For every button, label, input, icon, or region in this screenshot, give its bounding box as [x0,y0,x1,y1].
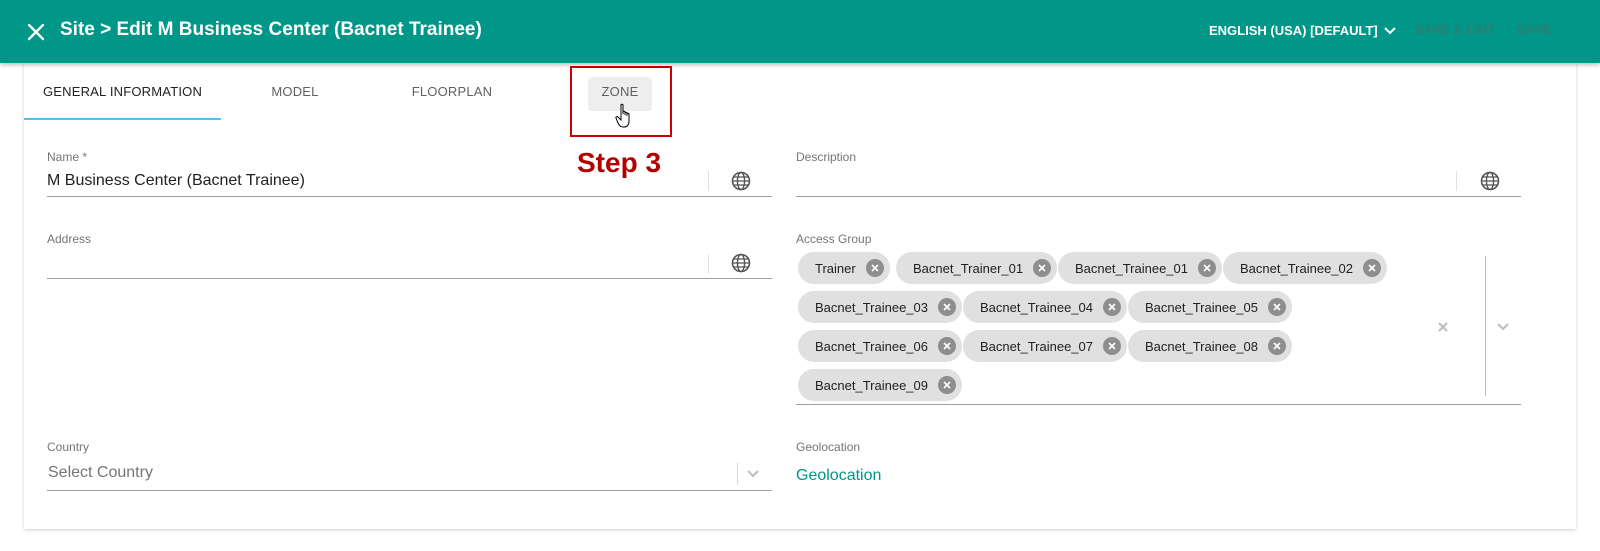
chip: Bacnet_Trainee_03 [798,291,962,323]
chip-label: Bacnet_Trainee_06 [815,338,928,354]
chip: Bacnet_Trainee_09 [798,369,962,401]
access-group-underline [796,404,1521,405]
country-underline [47,490,772,491]
chip-label: Bacnet_Trainer_01 [913,260,1024,276]
chip: Bacnet_Trainee_02 [1223,252,1387,284]
chip-label: Bacnet_Trainee_05 [1145,299,1258,315]
edit-site-card: GENERAL INFORMATION MODEL FLOORPLAN ZONE… [24,63,1576,529]
address-underline [47,278,772,279]
divider [708,254,709,274]
step-annotation: Step 3 [577,147,662,178]
chevron-down-icon[interactable] [1496,321,1510,333]
clear-icon[interactable] [1437,321,1449,333]
divider [1485,256,1486,396]
chip-remove-icon[interactable] [1268,337,1286,355]
address-label: Address [47,232,92,246]
description-underline [796,196,1521,197]
chip-remove-icon[interactable] [938,376,956,394]
chip-label: Bacnet_Trainee_02 [1240,260,1353,276]
save-exit-button[interactable]: SAVE & EXIT [1415,22,1495,37]
chip-remove-icon[interactable] [1363,259,1381,277]
chip-remove-icon[interactable] [1198,259,1216,277]
chip-label: Bacnet_Trainee_09 [815,377,928,393]
chip-label: Trainer [815,260,856,276]
active-tab-indicator [24,118,221,120]
name-label: Name * [47,150,88,164]
chip-label: Bacnet_Trainee_08 [1145,338,1258,354]
tab-model[interactable]: MODEL [234,63,356,120]
chip: Bacnet_Trainee_06 [798,330,962,362]
chip-label: Bacnet_Trainee_07 [980,338,1093,354]
name-field[interactable]: M Business Center (Bacnet Trainee) [47,172,305,190]
page-title: Site > Edit M Business Center (Bacnet Tr… [60,19,482,40]
geolocation-link[interactable]: Geolocation [796,467,881,485]
language-selector[interactable]: ENGLISH (USA) [DEFAULT] [1209,22,1398,38]
chip: Bacnet_Trainer_01 [896,252,1058,284]
chip-label: Bacnet_Trainee_04 [980,299,1093,315]
chip: Bacnet_Trainee_07 [963,330,1127,362]
chip: Bacnet_Trainee_05 [1128,291,1292,323]
tab-floorplan[interactable]: FLOORPLAN [389,63,515,120]
geolocation-label: Geolocation [796,440,861,454]
chip: Trainer [798,252,890,284]
divider [737,463,738,485]
tab-general-information[interactable]: GENERAL INFORMATION [24,63,221,120]
country-label: Country [47,440,90,454]
close-icon[interactable] [24,20,48,44]
divider [1456,171,1457,191]
save-button[interactable]: SAVE [1517,22,1551,37]
chip-remove-icon[interactable] [865,259,884,277]
top-app-bar: Site > Edit M Business Center (Bacnet Tr… [0,0,1600,63]
globe-icon[interactable] [1479,170,1501,192]
chevron-down-icon[interactable] [746,468,760,480]
chip-label: Bacnet_Trainee_01 [1075,260,1188,276]
chip-label: Bacnet_Trainee_03 [815,299,928,315]
chip-remove-icon[interactable] [938,337,956,355]
language-label: ENGLISH (USA) [DEFAULT] [1209,22,1378,38]
chip: Bacnet_Trainee_01 [1058,252,1222,284]
hand-cursor-icon [615,103,630,128]
divider [708,171,709,191]
chip: Bacnet_Trainee_08 [1128,330,1292,362]
chip-remove-icon[interactable] [1033,259,1052,277]
chevron-down-icon [1384,27,1396,35]
access-group-label: Access Group [796,232,872,246]
chip-remove-icon[interactable] [1103,337,1121,355]
chip-remove-icon[interactable] [1103,298,1121,316]
description-label: Description [796,150,857,164]
globe-icon[interactable] [730,252,752,274]
chip: Bacnet_Trainee_04 [963,291,1127,323]
name-underline [47,196,772,197]
globe-icon[interactable] [730,170,752,192]
chip-remove-icon[interactable] [938,298,956,316]
chip-remove-icon[interactable] [1268,298,1286,316]
country-select[interactable]: Select Country [48,464,153,482]
